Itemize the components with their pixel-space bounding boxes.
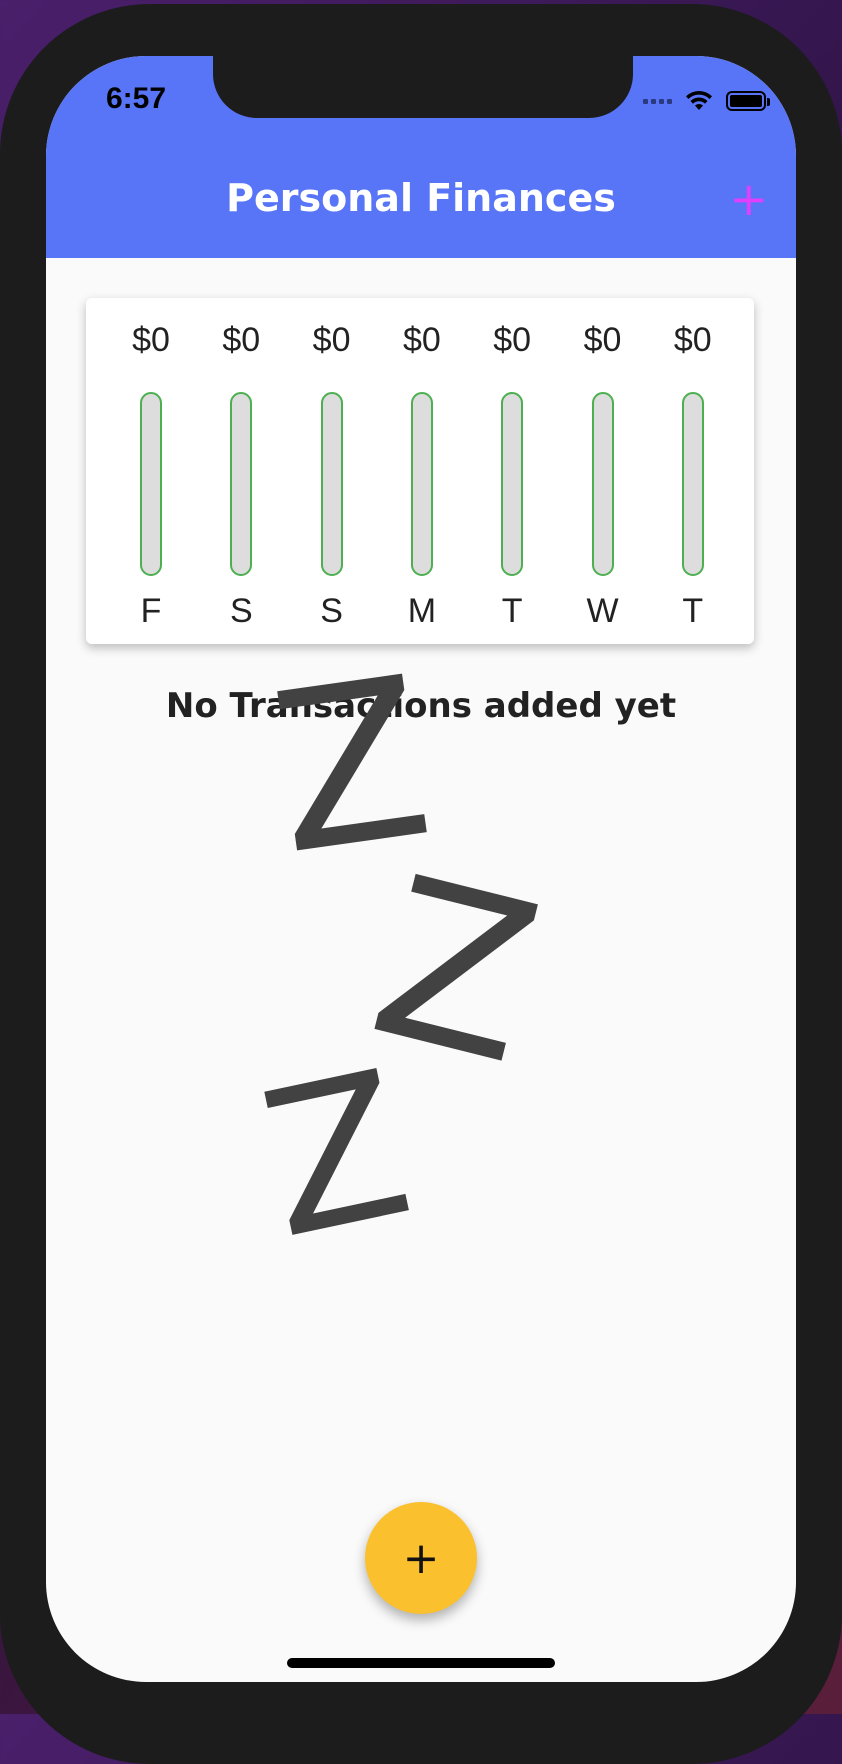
bar-track [501,392,524,576]
home-indicator [287,1658,555,1668]
bar-day-label: T [682,592,704,630]
status-time: 6:57 [106,82,167,115]
bar-amount-label: $0 [222,321,261,359]
bar-track [410,392,433,576]
bar-day-label: S [320,592,343,630]
cellular-signal-icon [643,98,672,104]
page-title: Personal Finances [226,176,616,220]
chart-bar-column: $0 S [287,316,377,631]
chart-bar-column: $0 S [196,316,286,631]
bar-day-label: S [229,592,253,630]
weekly-chart: $0 F $0 S $0 S $0 M $0 T $0 W $0 T [86,298,754,644]
bar-track [320,392,343,576]
bar-day-label: T [501,592,523,630]
bar-amount-label: $0 [132,321,170,359]
bar-amount-label: $0 [312,321,351,359]
bar-amount-label: $0 [583,321,622,359]
wifi-icon [686,90,712,110]
chart-bar-column: $0 F [106,316,196,631]
bar-amount-label: $0 [493,321,532,359]
bar-track [230,392,253,576]
status-icons [643,90,770,112]
notch [213,56,633,118]
bar-day-label: W [586,592,619,630]
app-bar: 6:57 Personal Finances + [46,56,796,258]
bar-track [591,392,614,576]
chart-bar-column: $0 T [467,316,557,631]
add-transaction-button[interactable]: + [365,1502,477,1614]
battery-icon [726,91,770,111]
bar-amount-label: $0 [402,321,441,359]
bar-track [681,392,704,576]
bar-track [140,392,162,576]
phone-screen: 6:57 Personal Finances + $0 F $0 S $0 S $0 M $0 T… [46,56,796,1682]
bar-day-label: M [407,592,437,630]
add-transaction-icon[interactable]: + [729,176,768,222]
weekly-chart-card: $0 F $0 S $0 S $0 M $0 T $0 W $0 T [86,298,754,644]
bar-day-label: F [140,592,162,630]
bar-amount-label: $0 [673,321,712,359]
chart-bar-column: $0 T [648,316,738,631]
chart-bar-column: $0 M [377,316,467,631]
chart-bar-column: $0 W [558,316,648,631]
